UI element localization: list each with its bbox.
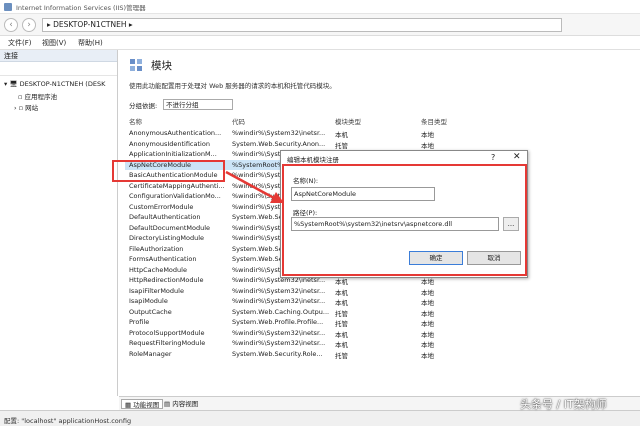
annotation-arrow-icon <box>225 170 284 203</box>
watermark: 头条号 / IT架构师 <box>520 398 607 411</box>
